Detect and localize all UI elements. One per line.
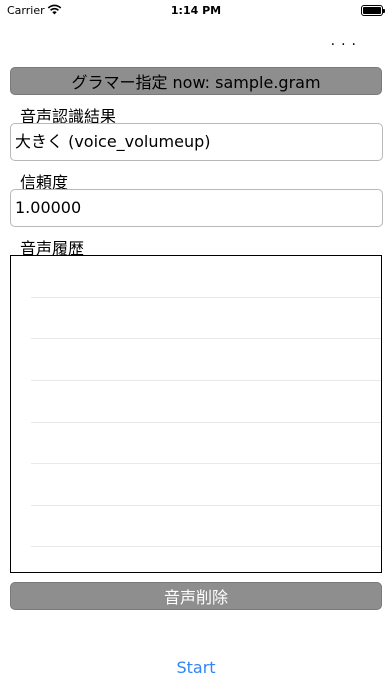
grammar-select-label: グラマー指定 now: sample.gram (71, 73, 321, 92)
table-row-separator (31, 505, 381, 506)
battery-icon (361, 5, 385, 16)
history-table[interactable] (10, 255, 382, 573)
table-row-separator (31, 297, 381, 298)
grammar-select-button[interactable]: グラマー指定 now: sample.gram (10, 67, 382, 95)
more-menu-button[interactable]: ... (328, 33, 362, 49)
table-row-separator (31, 546, 381, 547)
table-row-separator (31, 463, 381, 464)
start-button[interactable]: Start (0, 658, 392, 677)
battery-level (363, 7, 381, 14)
table-row-separator (31, 422, 381, 423)
table-row-separator (31, 338, 381, 339)
status-bar: Carrier 1:14 PM (0, 0, 392, 22)
delete-voice-label: 音声削除 (163, 588, 228, 607)
delete-voice-button[interactable]: 音声削除 (10, 582, 382, 610)
result-field[interactable]: 大きく (voice_volumeup) (10, 123, 383, 161)
clock-time: 1:14 PM (170, 4, 222, 17)
table-row-separator (31, 380, 381, 381)
app-screen: Carrier 1:14 PM ... グラマー指定 now: sample.g… (0, 0, 392, 696)
confidence-field[interactable]: 1.00000 (10, 189, 383, 227)
